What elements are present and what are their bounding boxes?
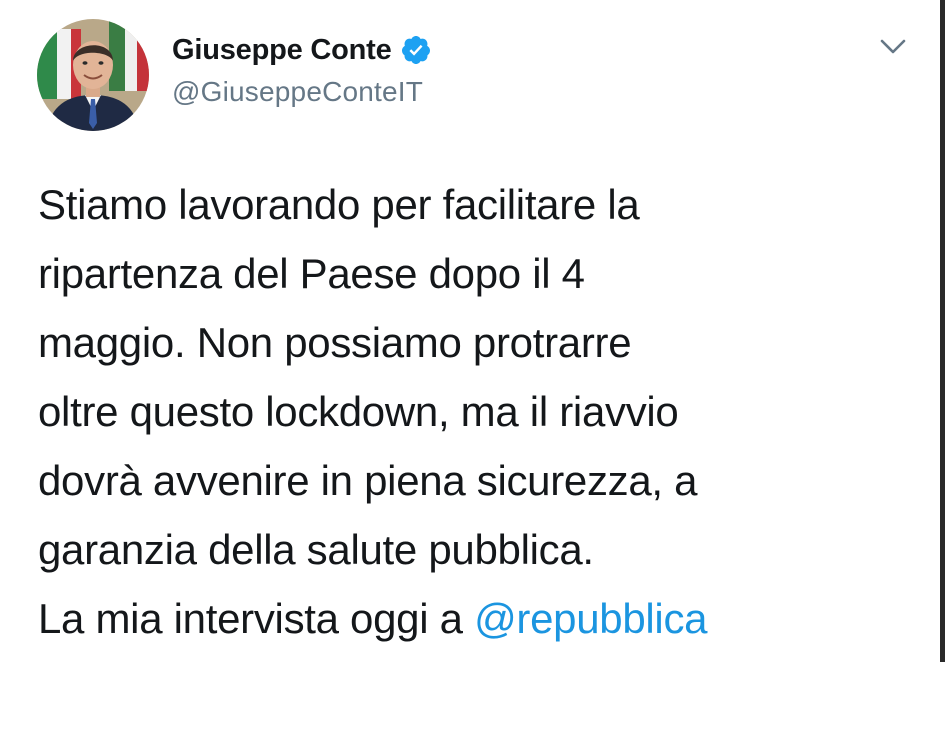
tweet-text-line: maggio. Non possiamo protrarre bbox=[38, 319, 632, 366]
screen-edge bbox=[940, 0, 945, 665]
tweet-text-line: garanzia della salute pubblica. bbox=[38, 526, 594, 573]
tweet-text: Stiamo lavorando per facilitare la ripar… bbox=[38, 170, 918, 653]
tweet-text-line: ripartenza del Paese dopo il 4 bbox=[38, 250, 585, 297]
tweet-card: Giuseppe Conte @GiuseppeConteIT Stiamo l… bbox=[0, 0, 945, 731]
bottom-area bbox=[0, 662, 945, 731]
avatar[interactable] bbox=[37, 19, 149, 131]
tweet-text-line: oltre questo lockdown, ma il riavvio bbox=[38, 388, 679, 435]
profile-photo-icon bbox=[37, 19, 149, 131]
tweet-text-last-line: La mia intervista oggi a @repubblica bbox=[38, 584, 918, 653]
mention-link[interactable]: @repubblica bbox=[474, 595, 707, 642]
tweet-text-line: Stiamo lavorando per facilitare la bbox=[38, 181, 640, 228]
author-handle[interactable]: @GiuseppeConteIT bbox=[172, 76, 432, 108]
tweet-text-line: dovrà avvenire in piena sicurezza, a bbox=[38, 457, 698, 504]
author-name-row: Giuseppe Conte bbox=[172, 30, 432, 70]
chevron-down-icon[interactable] bbox=[878, 36, 908, 58]
tweet-text-segment: La mia intervista oggi a bbox=[38, 595, 475, 642]
author-info: Giuseppe Conte @GiuseppeConteIT bbox=[172, 30, 432, 108]
author-display-name[interactable]: Giuseppe Conte bbox=[172, 34, 392, 67]
verified-badge-icon bbox=[400, 34, 432, 66]
